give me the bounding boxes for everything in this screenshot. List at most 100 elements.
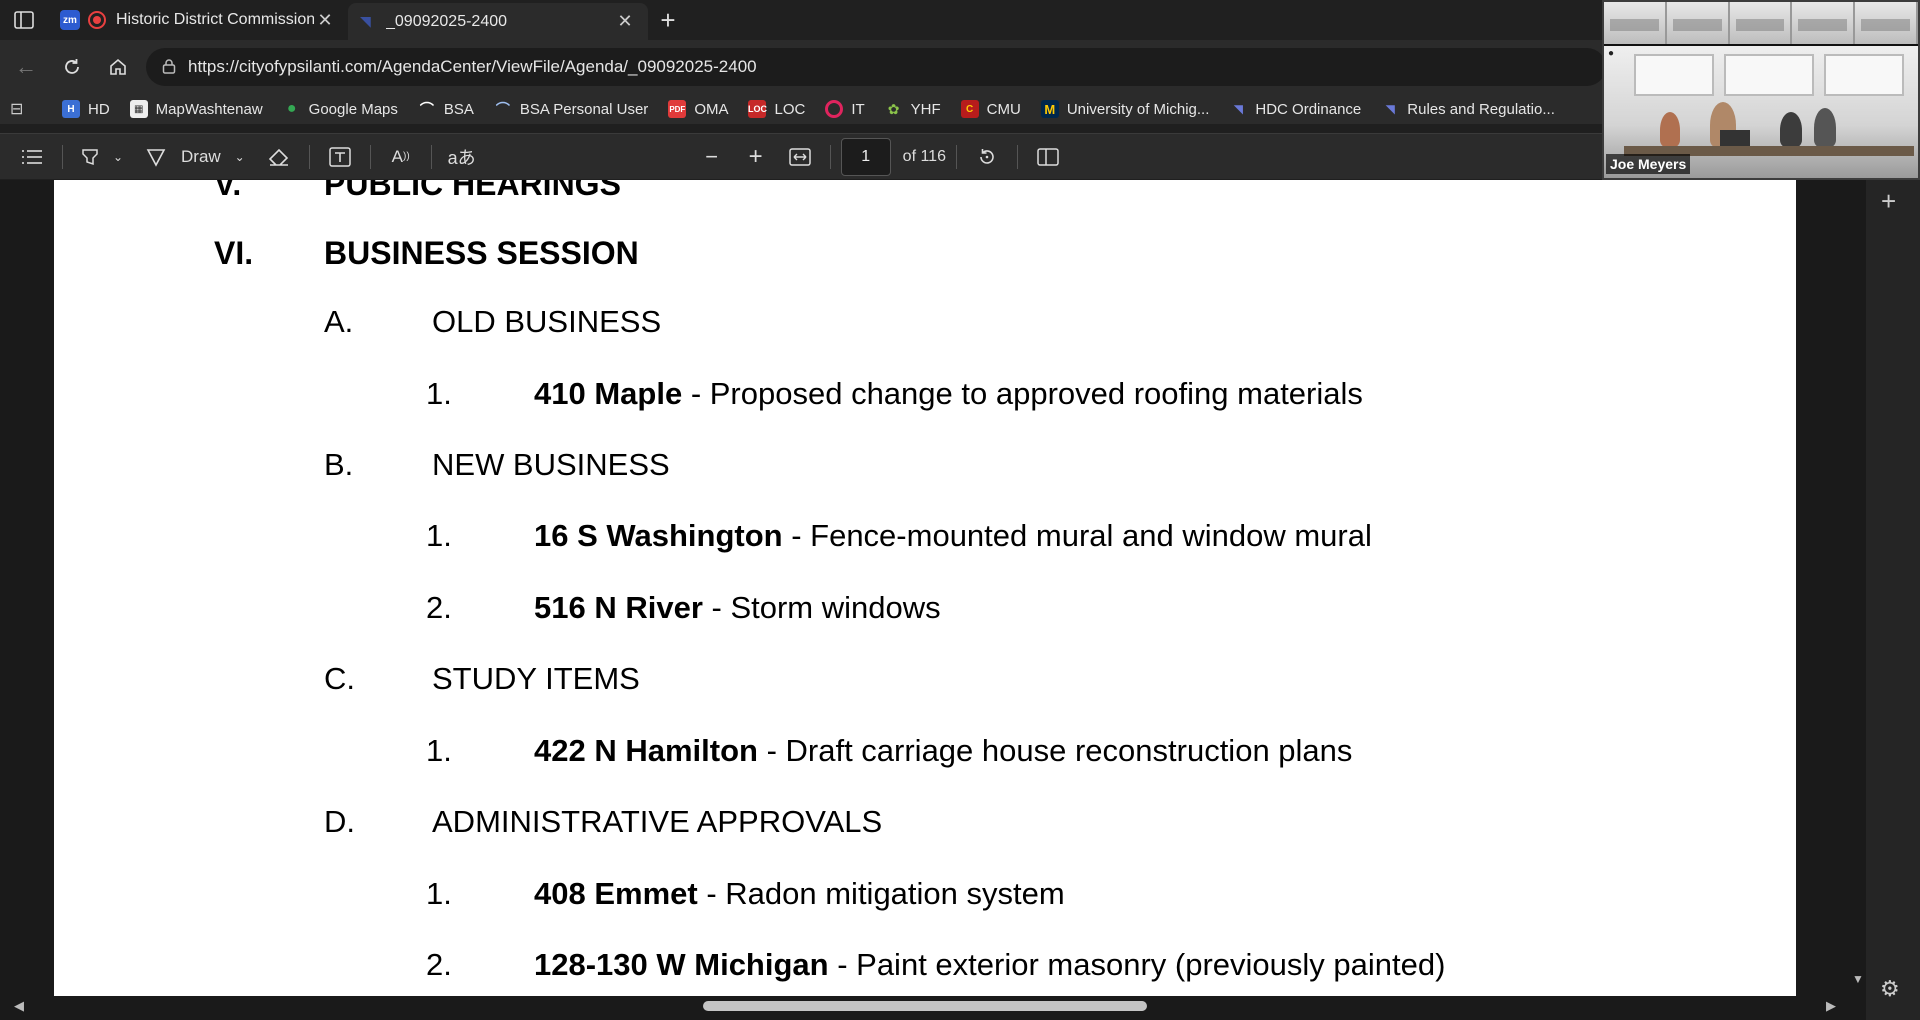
bookmark-loc[interactable]: LOC LOC <box>748 100 805 118</box>
item-description: - Storm windows <box>702 590 941 625</box>
item-address: 516 N River <box>534 590 703 625</box>
bookmark-oma[interactable]: PDF OMA <box>668 100 728 118</box>
bookmark-university-of-michigan[interactable]: M University of Michig... <box>1040 100 1209 118</box>
bsa-personal-icon: ⌒ <box>495 101 510 117</box>
item-address: 408 Emmet <box>534 876 698 911</box>
bookmark-mapwashtenaw[interactable]: ▦ MapWashtenaw <box>129 100 263 118</box>
lock-icon[interactable] <box>162 58 188 77</box>
back-button[interactable]: ← <box>4 47 48 87</box>
page-view-button[interactable] <box>1028 139 1068 175</box>
participant-thumbnail[interactable] <box>1666 2 1730 44</box>
video-window-shape <box>1724 54 1814 96</box>
video-person-shape <box>1814 108 1836 148</box>
item-address: 128-130 W Michigan <box>534 947 829 982</box>
close-icon[interactable]: ✕ <box>314 9 336 31</box>
address-bar[interactable]: https://cityofypsilanti.com/AgendaCenter… <box>146 48 1606 86</box>
bookmark-google-maps[interactable]: ● Google Maps <box>283 100 398 118</box>
tab-title: Historic District Commission <box>116 11 314 28</box>
contents-button[interactable] <box>12 139 52 175</box>
item-number: 2. <box>426 947 452 982</box>
pdf-viewer[interactable]: V. PUBLIC HEARINGS VI. BUSINESS SESSION … <box>0 180 1920 1020</box>
horizontal-scroll-thumb[interactable] <box>703 1001 1147 1011</box>
close-icon[interactable]: ✕ <box>614 11 636 33</box>
fit-to-page-button[interactable] <box>780 139 820 175</box>
translate-icon[interactable]: aあ <box>442 139 482 175</box>
home-button[interactable] <box>96 47 140 87</box>
add-text-button[interactable] <box>320 139 360 175</box>
scroll-down-icon[interactable]: ▼ <box>1851 972 1865 986</box>
bookmark-hdc-ordinance[interactable]: ◥ HDC Ordinance <box>1229 100 1362 118</box>
it-icon <box>825 100 844 118</box>
hdc-icon: ◥ <box>1233 102 1243 116</box>
bookmark-cmu[interactable]: C CMU <box>960 100 1021 118</box>
video-person-shape <box>1660 112 1680 148</box>
bookmark-rules-and-regulations[interactable]: ◥ Rules and Regulatio... <box>1381 100 1555 118</box>
map-icon: ▦ <box>129 100 148 118</box>
subsection-letter: D. <box>324 804 355 839</box>
bookmark-it[interactable]: IT <box>825 100 865 118</box>
subsection-title: NEW BUSINESS <box>432 447 670 482</box>
site-favicon-icon: ◥ <box>360 13 371 29</box>
vertical-scrollbar[interactable]: ▼ <box>1851 180 1865 1000</box>
section-number: V. <box>214 180 242 202</box>
bsa-icon: ⌒ <box>419 101 434 117</box>
read-aloud-icon[interactable]: A)) <box>381 139 421 175</box>
scroll-right-icon[interactable]: ▶ <box>1826 998 1836 1014</box>
agenda-item: 516 N River - Storm windows <box>534 590 941 626</box>
agenda-item: 410 Maple - Proposed change to approved … <box>534 376 1363 412</box>
tab-agenda-pdf[interactable]: ◥ _09092025-2400 ✕ <box>348 3 648 40</box>
subsection-letter: C. <box>324 661 355 696</box>
toolbar-divider <box>829 144 831 169</box>
google-maps-icon: ● <box>286 100 297 117</box>
video-overlay[interactable]: ● Joe Meyers <box>1602 0 1920 180</box>
horizontal-scrollbar[interactable]: ◀ ▶ <box>0 996 1850 1016</box>
yhf-icon: ✿ <box>887 100 900 117</box>
subsection-title: OLD BUSINESS <box>432 304 662 339</box>
toolbar-divider <box>308 144 310 169</box>
participant-thumbnail[interactable] <box>1729 2 1793 44</box>
bookmark-hd[interactable]: H HD <box>62 100 110 118</box>
item-address: 410 Maple <box>534 376 683 411</box>
zoom-in-button[interactable]: + <box>736 139 776 175</box>
bookmark-bsa-personal-user[interactable]: ⌒ BSA Personal User <box>494 100 648 118</box>
toolbar-divider <box>430 144 432 169</box>
reload-icon <box>65 59 79 74</box>
draw-options-chevron-down-icon[interactable]: ⌄ <box>229 139 251 175</box>
bookmark-bsa[interactable]: ⌒ BSA <box>418 100 474 118</box>
scroll-left-icon[interactable]: ◀ <box>14 998 24 1014</box>
item-description: - Fence-mounted mural and window mural <box>782 518 1372 553</box>
page-total: of 116 <box>902 147 946 165</box>
participant-thumbnail[interactable] <box>1792 2 1856 44</box>
rules-icon: ◥ <box>1385 102 1395 116</box>
highlight-options-chevron-down-icon[interactable]: ⌄ <box>107 139 129 175</box>
erase-button[interactable] <box>259 139 299 175</box>
reload-button[interactable] <box>50 47 94 87</box>
page-number-input[interactable]: 1 <box>840 137 891 176</box>
highlight-button[interactable] <box>73 139 107 175</box>
url-text: https://cityofypsilanti.com/AgendaCenter… <box>188 57 757 76</box>
participant-thumbnail[interactable] <box>1604 2 1667 44</box>
draw-button[interactable]: Draw <box>173 139 229 175</box>
tab-historic-district-commission[interactable]: zm Historic District Commission ✕ <box>48 3 348 37</box>
bookmarks-menu-icon[interactable]: ⊟ <box>10 99 36 119</box>
home-icon <box>110 58 126 75</box>
hd-icon: H <box>62 100 80 118</box>
tab-actions-icon[interactable] <box>0 0 48 40</box>
toolbar-divider <box>369 144 371 169</box>
rotate-button[interactable] <box>967 139 1007 175</box>
subsection-letter: A. <box>324 304 354 339</box>
fit-width-icon <box>788 147 811 166</box>
participant-thumbnail[interactable] <box>1855 2 1918 44</box>
participant-thumbnails[interactable] <box>1604 2 1918 44</box>
new-tab-button[interactable]: + <box>648 0 688 40</box>
bookmark-yhf[interactable]: ✿ YHF <box>885 100 941 118</box>
zoom-out-button[interactable]: − <box>692 139 732 175</box>
participant-name: Joe Meyers <box>1606 154 1691 174</box>
add-icon[interactable]: + <box>1881 186 1896 217</box>
item-number: 1. <box>426 876 452 911</box>
draw-icon[interactable] <box>139 139 173 175</box>
video-window-shape <box>1824 54 1904 96</box>
subsection-letter: B. <box>324 447 354 482</box>
cmu-icon: C <box>960 100 979 118</box>
gear-icon[interactable]: ⚙ <box>1880 976 1900 1002</box>
